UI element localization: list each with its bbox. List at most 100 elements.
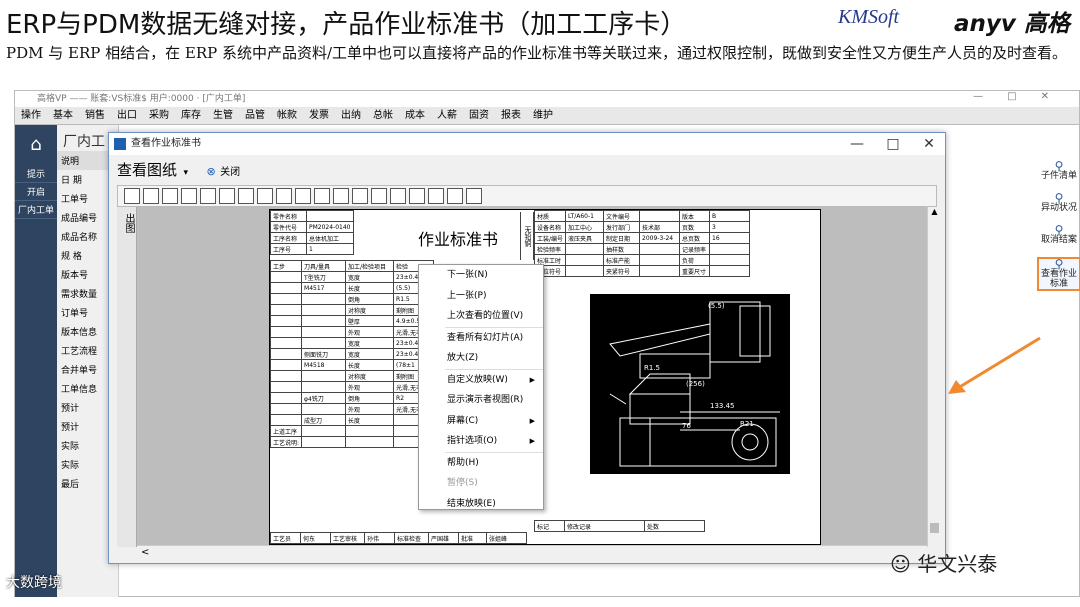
table-cell: 宽度 — [345, 348, 395, 360]
menu-item[interactable]: 人薪 — [431, 107, 463, 125]
context-menu-item[interactable]: 屏幕(C) ▶ — [419, 411, 543, 432]
maximize-button[interactable]: □ — [875, 133, 911, 155]
menu-item[interactable]: 销售 — [79, 107, 111, 125]
select-icon[interactable] — [409, 188, 425, 204]
context-menu-item[interactable]: 下一张(N) — [419, 265, 543, 286]
rotate-icon[interactable] — [238, 188, 254, 204]
context-menu-label: 帮助(H) — [447, 457, 479, 468]
table-cell: 张姐峰 — [486, 532, 527, 544]
page-title: ERP与PDM数据无缝对接，产品作业标准书（加工工序卡） — [6, 10, 687, 40]
table-cell: 设备名称 — [533, 221, 567, 233]
home-icon[interactable]: ⌂ — [15, 125, 57, 165]
right-tool-button[interactable]: ⚲ 取消结案 — [1037, 224, 1080, 245]
window-icon[interactable] — [428, 188, 444, 204]
context-menu-item[interactable]: 上次查看的位置(V) — [419, 306, 543, 327]
menu-item[interactable]: 生管 — [207, 107, 239, 125]
table-cell: 3 — [709, 221, 751, 233]
context-menu: 下一张(N) 上一张(P) 上次查看的位置(V) 查看所有幻灯片(A) 放大(Z) 自定义… — [418, 264, 544, 510]
scroll-up-icon[interactable]: ▲ — [928, 207, 941, 216]
pointer-icon[interactable] — [371, 188, 387, 204]
table-cell — [301, 370, 347, 382]
horizontal-scrollbar[interactable]: < — [137, 545, 927, 559]
left-nav-item[interactable]: 提示 — [15, 165, 57, 183]
right-tool-button[interactable]: ⚲ 异动状况 — [1037, 192, 1080, 213]
left-nav-item[interactable]: 厂内工单 — [15, 201, 57, 219]
menu-item[interactable]: 发票 — [303, 107, 335, 125]
table-cell: 16 — [709, 232, 751, 244]
table-cell — [565, 254, 605, 266]
view-icon[interactable] — [466, 188, 482, 204]
context-menu-item[interactable]: 帮助(H) — [419, 453, 543, 474]
menu-item[interactable]: 操作 — [15, 107, 47, 125]
erp-window-controls[interactable]: —□✕ — [973, 91, 1073, 102]
table-cell: 材质 — [533, 210, 567, 222]
context-menu-item[interactable]: 上一张(P) — [419, 286, 543, 307]
menu-item[interactable]: 帐款 — [271, 107, 303, 125]
vertical-scrollbar[interactable]: ▲ — [927, 207, 941, 547]
fit-icon[interactable] — [257, 188, 273, 204]
context-menu-item[interactable]: 结束放映(E) — [419, 494, 543, 515]
menu-item[interactable]: 成本 — [399, 107, 431, 125]
layer-icon[interactable] — [314, 188, 330, 204]
right-tool-button[interactable]: ⚲ 查看作业标准 — [1037, 257, 1080, 291]
zoom-in-icon[interactable] — [200, 188, 216, 204]
magnifier-icon: ⚲ — [1054, 159, 1064, 173]
submenu-arrow-icon: ▶ — [529, 375, 535, 384]
print-icon[interactable] — [162, 188, 178, 204]
table-cell: B — [709, 210, 751, 222]
menu-item[interactable]: 基本 — [47, 107, 79, 125]
hand-icon[interactable] — [390, 188, 406, 204]
context-menu-item[interactable]: 指针选项(O) ▶ — [419, 431, 543, 452]
view-drawing-menu[interactable]: 查看图纸 — [117, 161, 177, 179]
context-menu-label: 屏幕(C) — [447, 415, 479, 426]
context-menu-item[interactable]: 自定义放映(W) ▶ — [419, 370, 543, 391]
table-cell: 发行部门 — [603, 221, 641, 233]
context-menu-item: 暂停(S) — [419, 473, 543, 494]
minimize-button[interactable]: — — [839, 133, 875, 155]
menu-item[interactable]: 总帐 — [367, 107, 399, 125]
menu-item[interactable]: 维护 — [527, 107, 559, 125]
menu-item[interactable]: 采购 — [143, 107, 175, 125]
context-menu-label: 指针选项(O) — [447, 436, 498, 446]
table-cell: 严国雄 — [428, 532, 459, 544]
table-cell: PM2024-0140 — [306, 221, 354, 233]
menu-item[interactable]: 库存 — [175, 107, 207, 125]
color-icon[interactable] — [333, 188, 349, 204]
table-cell: 长度 — [345, 359, 395, 371]
dim-label: 76 — [682, 422, 691, 430]
left-nav-item[interactable]: 开启 — [15, 183, 57, 201]
menu-item[interactable]: 品管 — [239, 107, 271, 125]
page-icon[interactable] — [447, 188, 463, 204]
close-window-button[interactable]: ✕ — [911, 133, 947, 155]
context-menu-label: 下一张(N) — [447, 270, 488, 280]
side-tab[interactable]: 出图 — [117, 207, 137, 547]
table-cell: φ4铣刀 — [301, 392, 347, 404]
menu-item[interactable]: 报表 — [495, 107, 527, 125]
right-tool-label: 子件清单 — [1040, 171, 1077, 181]
table-cell: 重要尺寸 — [679, 265, 711, 277]
zoom-out-icon[interactable] — [219, 188, 235, 204]
context-menu-item[interactable]: 放大(Z) — [419, 348, 543, 369]
context-menu-label: 自定义放映(W) — [447, 374, 508, 385]
scroll-left-icon[interactable]: < — [141, 547, 149, 558]
context-menu-label: 暂停(S) — [447, 478, 478, 488]
monitor-icon[interactable] — [352, 188, 368, 204]
line-icon[interactable] — [276, 188, 292, 204]
table-cell — [301, 326, 347, 338]
menu-item[interactable]: 出口 — [111, 107, 143, 125]
print-preview-icon[interactable] — [143, 188, 159, 204]
sheet-revision-row: 标记 修改记录 处数 — [534, 520, 705, 532]
table-cell: T型铣刀 — [301, 271, 347, 283]
scroll-thumb[interactable] — [930, 523, 939, 533]
list-icon[interactable] — [295, 188, 311, 204]
menu-item[interactable]: 出纳 — [335, 107, 367, 125]
context-menu-item[interactable]: 查看所有幻灯片(A) — [419, 328, 543, 349]
info-icon[interactable] — [124, 188, 140, 204]
table-cell — [709, 254, 751, 266]
menu-item[interactable]: 固资 — [463, 107, 495, 125]
right-tool-button[interactable]: ⚲ 子件清单 — [1037, 159, 1080, 181]
table-cell: 制定日期 — [603, 232, 641, 244]
context-menu-item[interactable]: 显示演示者视图(R) — [419, 390, 543, 411]
pen-icon[interactable] — [181, 188, 197, 204]
close-button[interactable]: 关闭 — [220, 167, 240, 178]
